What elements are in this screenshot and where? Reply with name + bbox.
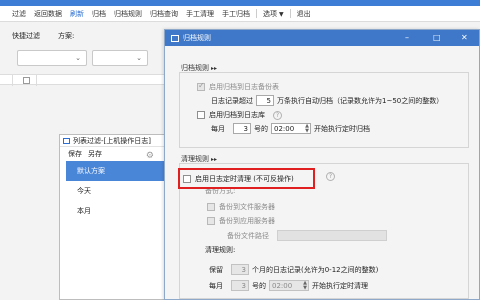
menu-manual-archive[interactable]: 手工归档 (218, 9, 254, 19)
archive-day-label: 号的 (254, 124, 268, 133)
double-chevron-icon: ▸▸ (211, 156, 218, 163)
archive-section-label: 归档规则 (181, 64, 209, 72)
scheme-panel-title-text: 列表过滤-[上机操作日志] (73, 136, 151, 145)
backup-app-server-option[interactable]: 备份到应用服务器 (207, 216, 275, 226)
filter-field-select[interactable]: ⌄ (17, 50, 87, 66)
auto-archive-label: 启用归档到日志备份表 (209, 83, 279, 91)
menu-separator (256, 9, 257, 18)
window-icon (171, 34, 179, 42)
scheme-item-this-month[interactable]: 本月 (60, 201, 168, 221)
scheme-panel-title: 列表过滤-[上机操作日志] (60, 135, 168, 147)
help-icon[interactable]: ? (273, 110, 282, 120)
auto-archive-option[interactable]: 启用归档到日志备份表 (197, 81, 279, 92)
menu-bar: 过滤 返回数据 刷新 归档 归档规则 归档查询 手工清理 手工归档 选项 ▼ 退出 (0, 6, 480, 22)
archive-monthly-label: 每月 (211, 124, 225, 133)
log-threshold-input[interactable]: 5 (256, 95, 274, 106)
scheme-list: 默认方案 今天 本月 (60, 161, 168, 221)
menu-archive[interactable]: 归档 (88, 9, 110, 19)
backup-path-input[interactable] (277, 230, 387, 241)
spinner-icon[interactable]: ▲ ▼ (305, 124, 309, 134)
scheme-item-default[interactable]: 默认方案 (66, 161, 168, 181)
cleanup-monthly-label: 每月 (209, 281, 223, 290)
keep-months-suffix: 个月的日志记录(允许为0-12之间的整数) (252, 265, 379, 274)
dialog-title: 归档规则 (183, 34, 211, 42)
scheme-panel: 列表过滤-[上机操作日志] 保存 另存 ⚙ 默认方案 今天 本月 (59, 134, 169, 300)
menu-archive-rules[interactable]: 归档规则 (110, 9, 146, 19)
window-icon (63, 137, 70, 144)
archive-time-input[interactable]: 02:00 ▲ ▼ (271, 123, 311, 134)
table-header (0, 74, 165, 86)
log-threshold-suffix: 万条执行自动归档（记录数允许为1~50之间的整数） (277, 96, 444, 105)
backup-app-server-label: 备份到应用服务器 (219, 217, 275, 225)
select-all-checkbox[interactable] (23, 77, 30, 84)
filter-operator-select[interactable]: ⌄ (92, 50, 148, 66)
keep-months-input[interactable]: 3 (231, 264, 249, 275)
scheme-label: 方案: (58, 32, 75, 40)
keep-label: 保留 (209, 265, 223, 274)
cleanup-day-input[interactable]: 3 (231, 280, 249, 291)
menu-separator (289, 9, 291, 18)
backup-file-server-checkbox[interactable] (207, 203, 215, 211)
save-scheme-button[interactable]: 保存 (68, 149, 82, 159)
auto-archive-checkbox[interactable] (197, 81, 205, 91)
double-chevron-icon: ▸▸ (211, 65, 218, 72)
close-icon[interactable]: ✕ (461, 33, 468, 42)
menu-refresh[interactable]: 刷新 (66, 9, 88, 19)
column-divider (36, 75, 37, 86)
log-threshold-prefix: 日志记录超过 (211, 96, 253, 105)
dialog-title-bar: 归档规则 (165, 30, 479, 46)
scheme-item-today[interactable]: 今天 (60, 181, 168, 201)
backup-file-server-option[interactable]: 备份到文件服务器 (207, 202, 275, 212)
menu-return-data[interactable]: 返回数据 (30, 9, 66, 19)
quick-filter-label[interactable]: 快捷过滤 (12, 31, 40, 41)
timed-archive-label: 启用归档到日志库 (209, 111, 265, 119)
timed-archive-checkbox[interactable] (197, 111, 205, 119)
archive-time-value: 02:00 (274, 125, 295, 133)
cleanup-schedule-row: 每月 3 号的 02:00 ▲ ▼ 开始执行定时清理 (209, 280, 368, 291)
cleanup-day-label: 号的 (252, 281, 266, 290)
timed-archive-option[interactable]: 启用归档到日志库? (197, 110, 282, 120)
cleanup-section-label: 清理规则 (181, 155, 209, 163)
archive-start-label: 开始执行定时归档 (314, 124, 370, 133)
cleanup-start-label: 开始执行定时清理 (312, 281, 368, 290)
maximize-icon[interactable]: □ (433, 33, 441, 42)
menu-manual-cleanup[interactable]: 手工清理 (182, 9, 218, 19)
archive-rules-dialog: 归档规则 – □ ✕ 归档规则▸▸ 启用归档到日志备份表 日志记录超过 5 万条… (164, 29, 480, 300)
cleanup-rules-label: 清理规则: (205, 246, 236, 254)
spinner-icon[interactable]: ▲ ▼ (303, 281, 307, 291)
highlight-annotation-box (178, 168, 315, 189)
menu-exit[interactable]: 退出 (293, 9, 315, 19)
keep-months-row: 保留 3 个月的日志记录(允许为0-12之间的整数) (209, 264, 378, 275)
filter-bar: 快捷过滤 方案: (0, 30, 165, 42)
archive-day-input[interactable]: 3 (233, 123, 251, 134)
gear-icon[interactable]: ⚙ (146, 151, 154, 161)
cleanup-time-value: 02:00 (272, 282, 293, 290)
chevron-down-icon: ⌄ (136, 54, 142, 62)
menu-options[interactable]: 选项 ▼ (259, 9, 288, 19)
help-icon[interactable]: ? (326, 172, 335, 181)
backup-path-label: 备份文件路径 (227, 232, 269, 240)
backup-file-server-label: 备份到文件服务器 (219, 203, 275, 211)
log-threshold-row: 日志记录超过 5 万条执行自动归档（记录数允许为1~50之间的整数） (211, 95, 443, 106)
chevron-down-icon: ▼ (279, 10, 284, 18)
backup-app-server-checkbox[interactable] (207, 217, 215, 225)
save-as-scheme-button[interactable]: 另存 (88, 149, 102, 159)
menu-options-label: 选项 (263, 9, 277, 18)
column-divider (12, 75, 13, 86)
minimize-icon[interactable]: – (405, 33, 409, 42)
cleanup-time-input[interactable]: 02:00 ▲ ▼ (269, 280, 309, 291)
menu-filter[interactable]: 过滤 (8, 9, 30, 19)
archive-schedule-row: 每月 3 号的 02:00 ▲ ▼ 开始执行定时归档 (211, 123, 370, 134)
menu-archive-query[interactable]: 归档查询 (146, 9, 182, 19)
chevron-down-icon: ⌄ (75, 54, 81, 62)
